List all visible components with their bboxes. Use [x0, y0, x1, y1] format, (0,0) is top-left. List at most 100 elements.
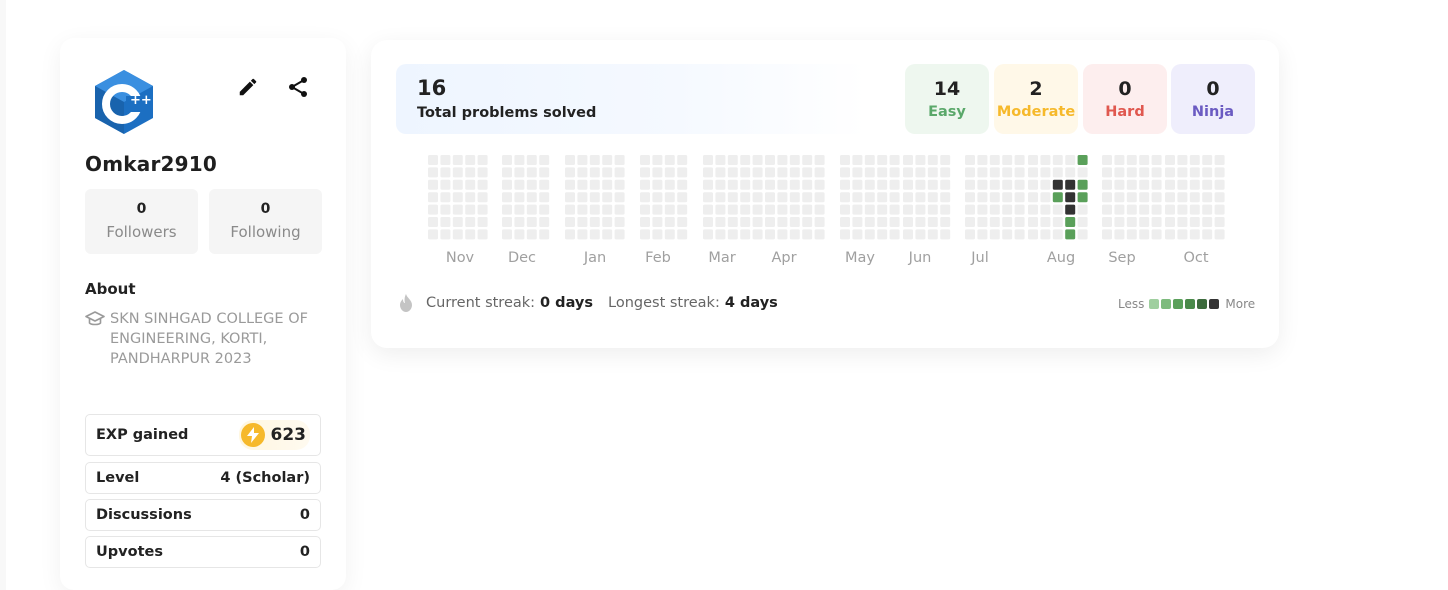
heatmap-cell	[877, 179, 888, 190]
heatmap-cell	[589, 229, 600, 240]
username: Omkar2910	[85, 152, 217, 176]
legend-less-label: Less	[1118, 297, 1145, 311]
heatmap-cell	[715, 229, 726, 240]
heatmap-cell	[852, 155, 863, 165]
followers-box[interactable]: 0 Followers	[85, 189, 198, 254]
heatmap-cell	[652, 155, 663, 165]
heatmap-cell	[777, 217, 788, 227]
heatmap-cell	[789, 167, 800, 178]
heatmap-cell	[940, 155, 951, 165]
fire-icon	[398, 294, 414, 312]
heatmap-cell	[514, 229, 525, 240]
heatmap-cell	[915, 229, 926, 240]
heatmap-cell	[1014, 179, 1025, 190]
legend-swatch	[1185, 299, 1196, 309]
heatmap-cell	[802, 217, 813, 227]
legend-swatch	[1197, 299, 1208, 309]
heatmap-cell	[514, 179, 525, 190]
heatmap-cell	[989, 217, 1000, 227]
heatmap-cell	[703, 155, 713, 165]
heatmap-cell	[1028, 229, 1038, 240]
heatmap-cell	[526, 229, 537, 240]
following-box[interactable]: 0 Following	[209, 189, 322, 254]
heatmap-cell	[940, 217, 951, 227]
heatmap-cell	[1102, 204, 1112, 215]
heatmap-cell	[465, 179, 476, 190]
heatmap-cell	[1102, 155, 1112, 165]
hard-count: 0	[1118, 78, 1132, 100]
heatmap-cell	[1151, 229, 1162, 240]
heatmap-cell	[652, 204, 663, 215]
heatmap-cell	[452, 155, 463, 165]
heatmap-cell	[1002, 192, 1013, 203]
heatmap-cell	[915, 217, 926, 227]
heatmap-cell	[789, 179, 800, 190]
heatmap-cell	[1214, 229, 1225, 240]
upvotes-value: 0	[299, 544, 310, 560]
heatmap-cell	[1065, 204, 1076, 215]
heatmap-cell	[1189, 167, 1200, 178]
heatmap-cell	[814, 217, 825, 227]
following-count: 0	[260, 201, 271, 217]
heatmap-cell	[915, 204, 926, 215]
heatmap-cell	[989, 179, 1000, 190]
moderate-box: 2 Moderate	[994, 64, 1078, 134]
heatmap-cell	[539, 179, 550, 190]
heatmap-cell	[577, 167, 588, 178]
heatmap-cell	[840, 155, 850, 165]
heatmap-cell	[526, 155, 537, 165]
heatmap-cell	[877, 167, 888, 178]
heatmap-cell	[565, 155, 575, 165]
heatmap-cell	[840, 192, 850, 203]
heatmap-cell	[477, 217, 488, 227]
heatmap-cell	[977, 155, 988, 165]
heatmap-cell	[1114, 229, 1125, 240]
heatmap-cell	[1165, 155, 1175, 165]
heatmap-cell	[1189, 179, 1200, 190]
ninja-label: Ninja	[1191, 104, 1235, 120]
heatmap-cell	[864, 167, 875, 178]
heatmap-cell	[1139, 192, 1150, 203]
heatmap-cell	[1028, 217, 1038, 227]
heatmap-cell	[852, 217, 863, 227]
exp-value: 623	[270, 425, 307, 445]
edit-profile-button[interactable]	[234, 73, 262, 101]
level-value: 4 (Scholar)	[220, 470, 310, 486]
share-icon	[289, 77, 307, 97]
heatmap-cell	[452, 192, 463, 203]
heatmap-cell	[428, 155, 438, 165]
heatmap-cell	[1202, 179, 1213, 190]
heatmap-cell	[465, 204, 476, 215]
share-profile-button[interactable]	[284, 73, 312, 101]
heatmap-cell	[1040, 192, 1051, 203]
heatmap-cell	[502, 192, 512, 203]
heatmap-cell	[903, 192, 913, 203]
heatmap-cell	[1126, 179, 1137, 190]
heatmap-cell	[565, 192, 575, 203]
heatmap-cell	[577, 204, 588, 215]
month-label: Aug	[1046, 250, 1076, 266]
heatmap-cell	[477, 204, 488, 215]
followers-label: Followers	[106, 223, 177, 241]
heatmap-cell	[814, 167, 825, 178]
heatmap-cell	[889, 167, 900, 178]
heatmap-cell	[452, 204, 463, 215]
heatmap-cell	[577, 229, 588, 240]
heatmap-cell	[965, 179, 975, 190]
heatmap-cell	[752, 204, 763, 215]
heatmap-cell	[1028, 155, 1038, 165]
heatmap-cell	[977, 192, 988, 203]
heatmap-cell	[727, 217, 738, 227]
heatmap-cell	[440, 155, 451, 165]
heatmap-cell	[840, 229, 850, 240]
heatmap-cell	[589, 217, 600, 227]
heatmap-cell	[428, 204, 438, 215]
heatmap-cell	[1040, 179, 1051, 190]
heatmap-cell	[1214, 192, 1225, 203]
legend-swatch	[1149, 299, 1160, 309]
discussions-label: Discussions	[96, 507, 192, 523]
heatmap-cell	[927, 179, 938, 190]
heatmap-cell	[915, 167, 926, 178]
heatmap-cell	[502, 229, 512, 240]
upvotes-label: Upvotes	[96, 544, 163, 560]
